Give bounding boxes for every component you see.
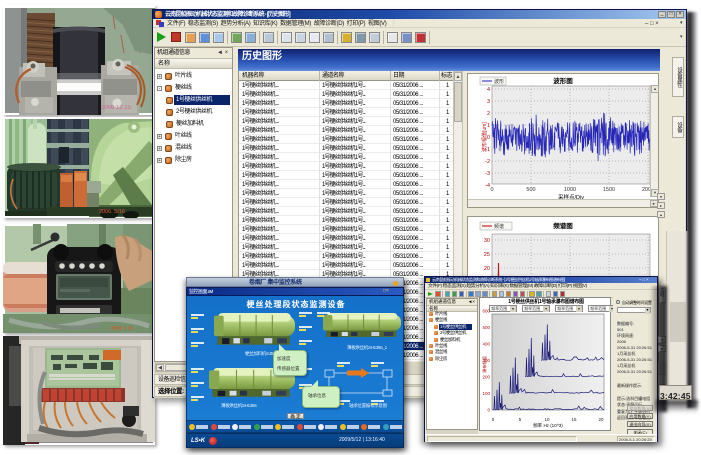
svg-text:4: 4 bbox=[487, 87, 490, 93]
svg-text:0: 0 bbox=[487, 408, 490, 413]
svg-text:瀑布幅值: 瀑布幅值 bbox=[481, 356, 488, 373]
svg-text:-4: -4 bbox=[485, 183, 490, 189]
svg-text:15: 15 bbox=[571, 417, 577, 422]
svg-text:0: 0 bbox=[490, 187, 493, 193]
svg-text:2006 12 15: 2006 12 15 bbox=[101, 105, 132, 111]
svg-text:600: 600 bbox=[482, 309, 490, 314]
svg-text:-3: -3 bbox=[485, 171, 490, 177]
svg-text:20: 20 bbox=[484, 266, 490, 272]
svg-text:频率 Hz (10^3): 频率 Hz (10^3) bbox=[533, 422, 563, 429]
svg-text:波形: 波形 bbox=[494, 78, 504, 85]
svg-text:频谱图: 频谱图 bbox=[553, 221, 573, 230]
svg-text:2: 2 bbox=[487, 111, 490, 117]
svg-text:3: 3 bbox=[487, 99, 490, 105]
svg-text:10: 10 bbox=[544, 417, 550, 422]
svg-text:波形图: 波形图 bbox=[553, 76, 573, 85]
svg-text:1500: 1500 bbox=[603, 187, 615, 193]
svg-text:0: 0 bbox=[492, 417, 495, 422]
svg-text:频谱: 频谱 bbox=[494, 223, 504, 230]
svg-text:400: 400 bbox=[482, 342, 490, 347]
svg-text:30: 30 bbox=[484, 238, 490, 244]
svg-text:200: 200 bbox=[482, 375, 490, 380]
svg-text:波形幅值[um]: 波形幅值[um] bbox=[481, 122, 488, 152]
svg-text:-2: -2 bbox=[485, 159, 490, 165]
svg-text:2006 1 15: 2006 1 15 bbox=[111, 326, 133, 332]
svg-text:1000: 1000 bbox=[564, 187, 576, 193]
svg-text:100: 100 bbox=[482, 391, 490, 396]
svg-text:500: 500 bbox=[526, 187, 535, 193]
svg-text:20: 20 bbox=[598, 417, 604, 422]
svg-text:25: 25 bbox=[484, 252, 490, 258]
svg-text:5: 5 bbox=[519, 417, 522, 422]
svg-text:500: 500 bbox=[482, 325, 490, 330]
svg-text:2006. 5/16: 2006. 5/16 bbox=[99, 209, 125, 215]
